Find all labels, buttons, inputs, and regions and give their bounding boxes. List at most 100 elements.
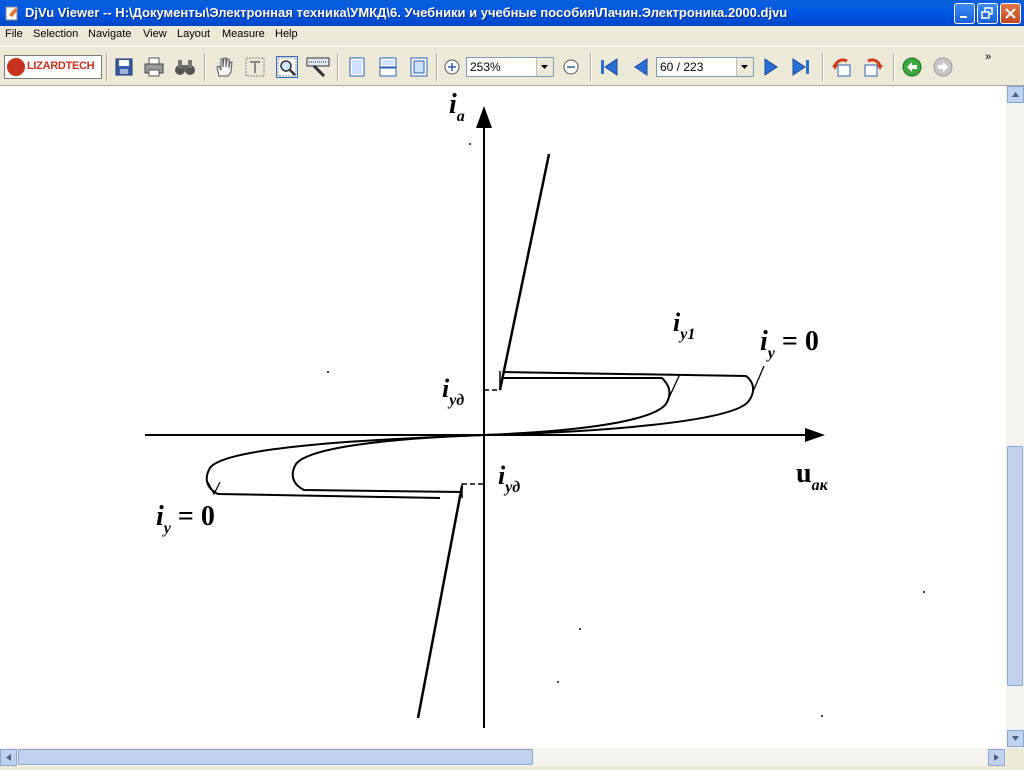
thyristor-iv-diagram	[145, 106, 925, 728]
zoom-in-button[interactable]	[441, 56, 463, 78]
binoculars-icon	[175, 60, 195, 75]
chevron-up-icon	[1012, 92, 1019, 97]
chevron-down-icon	[1012, 736, 1019, 741]
menu-help[interactable]: Help	[275, 28, 298, 40]
minimize-icon	[960, 16, 967, 18]
chevron-down-icon	[741, 65, 748, 69]
close-button[interactable]	[1000, 3, 1021, 24]
text-select-button[interactable]	[244, 56, 266, 78]
prev-page-button[interactable]	[630, 56, 652, 78]
chevron-right-icon	[994, 754, 999, 761]
back-button[interactable]	[901, 56, 923, 78]
fit-page-button[interactable]	[408, 56, 430, 78]
first-page-button[interactable]	[598, 56, 620, 78]
djvu-app-icon	[5, 6, 18, 21]
zoom-out-icon	[563, 59, 579, 75]
next-page-button[interactable]	[760, 56, 782, 78]
fit-page-icon	[410, 57, 428, 77]
label-ia: ia	[449, 89, 465, 125]
chevron-left-icon	[6, 754, 11, 761]
zoom-out-button[interactable]	[560, 56, 582, 78]
scroll-left-button[interactable]	[0, 749, 17, 766]
page-value: 60 / 223	[660, 60, 704, 74]
close-icon	[1005, 8, 1016, 19]
menu-view[interactable]: View	[143, 28, 167, 40]
document-canvas[interactable]: ia iуд iу1 iу = 0 uак iуд iу = 0	[0, 86, 1006, 748]
window-title: DjVu Viewer -- H:\Документы\Электронная …	[25, 5, 788, 20]
print-button[interactable]	[143, 56, 165, 78]
hand-icon	[216, 57, 233, 77]
rotate-right-icon	[864, 58, 883, 77]
u-axis-arrow	[805, 428, 825, 442]
single-page-button[interactable]	[346, 56, 368, 78]
save-button[interactable]	[113, 56, 135, 78]
rotate-right-button[interactable]	[862, 56, 884, 78]
scroll-right-button[interactable]	[988, 749, 1005, 766]
zoom-tool-button[interactable]	[276, 56, 298, 78]
rotate-left-icon	[832, 58, 851, 77]
minimize-button[interactable]	[954, 3, 975, 24]
label-uak: uак	[796, 458, 828, 494]
label-iy0-left: iу = 0	[156, 501, 215, 537]
scroll-up-button[interactable]	[1007, 86, 1024, 103]
scan-speck	[469, 143, 471, 145]
forward-curve-iy0	[483, 371, 754, 436]
prev-page-icon	[634, 58, 648, 76]
menu-navigate[interactable]: Navigate	[88, 28, 131, 40]
toolbar-separator	[436, 53, 438, 81]
first-page-icon	[601, 58, 618, 76]
label-iud-top: iуд	[442, 374, 465, 409]
save-icon	[115, 58, 133, 76]
toolbar: LIZARDTECH 253% 60 / 223 »	[0, 46, 1024, 86]
menu-file[interactable]: File	[5, 28, 23, 40]
toolbar-separator	[204, 53, 206, 81]
menu-bar: File Selection Navigate View Layout Meas…	[0, 26, 1024, 45]
last-page-icon	[792, 58, 809, 76]
chevron-down-icon	[541, 65, 548, 69]
vertical-scroll-thumb[interactable]	[1007, 446, 1023, 686]
toolbar-separator	[893, 53, 895, 81]
vertical-scrollbar[interactable]	[1006, 86, 1024, 748]
find-button[interactable]	[174, 56, 196, 78]
forward-icon	[933, 57, 953, 77]
horizontal-scrollbar[interactable]	[0, 748, 1006, 766]
label-iud-bottom: iуд	[498, 461, 521, 496]
zoom-combobox[interactable]: 253%	[466, 57, 554, 77]
scan-speck	[557, 681, 559, 683]
page-dropdown-arrow[interactable]	[736, 58, 753, 76]
reverse-on-state-curve	[416, 485, 464, 719]
page-combobox[interactable]: 60 / 223	[656, 57, 754, 77]
continuous-layout-button[interactable]	[377, 56, 399, 78]
magnifier-icon	[306, 57, 330, 78]
title-bar: DjVu Viewer -- H:\Документы\Электронная …	[0, 0, 1024, 26]
toolbar-separator	[106, 53, 108, 81]
lizardtech-logo[interactable]: LIZARDTECH	[4, 55, 102, 79]
menu-measure[interactable]: Measure	[222, 28, 265, 40]
scroll-down-button[interactable]	[1007, 730, 1024, 747]
toolbar-separator	[822, 53, 824, 81]
toolbar-overflow-chevron[interactable]: »	[985, 51, 991, 63]
forward-button[interactable]	[932, 56, 954, 78]
horizontal-scroll-thumb[interactable]	[18, 749, 533, 765]
menu-layout[interactable]: Layout	[177, 28, 210, 40]
label-iy0-right: iу = 0	[760, 326, 819, 362]
menu-selection[interactable]: Selection	[33, 28, 78, 40]
zoom-tool-icon	[277, 57, 297, 77]
magnifier-button[interactable]	[306, 56, 330, 78]
scan-speck	[579, 628, 581, 630]
hand-tool-button[interactable]	[213, 56, 235, 78]
zoom-value: 253%	[470, 60, 501, 74]
restore-icon	[981, 7, 993, 19]
zoom-in-icon	[444, 59, 460, 75]
restore-button[interactable]	[977, 3, 998, 24]
continuous-icon	[379, 57, 397, 77]
scan-speck	[327, 371, 329, 373]
toolbar-separator	[337, 53, 339, 81]
last-page-button[interactable]	[790, 56, 812, 78]
reverse-curve-iy0	[205, 434, 485, 499]
i-axis-arrow	[476, 106, 492, 128]
zoom-dropdown-arrow[interactable]	[536, 58, 553, 76]
label-iy1: iу1	[673, 308, 696, 343]
forward-on-state-curve	[498, 153, 551, 391]
rotate-left-button[interactable]	[831, 56, 853, 78]
